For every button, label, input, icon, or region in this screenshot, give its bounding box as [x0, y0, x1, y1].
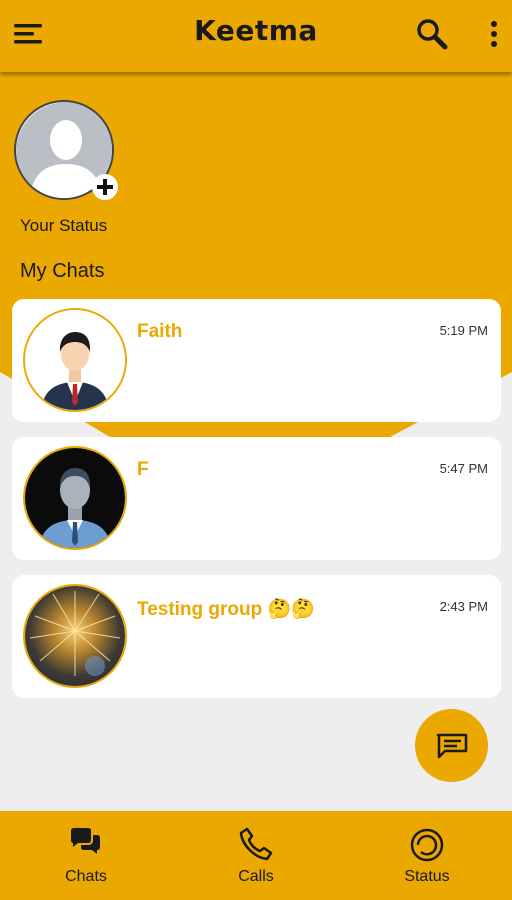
- chat-name: F: [137, 459, 149, 480]
- chat-list-item[interactable]: Faith 5:19 PM: [12, 299, 501, 422]
- chat-time: 2:43 PM: [439, 599, 488, 614]
- chat-list-item[interactable]: F 5:47 PM: [12, 437, 501, 560]
- chat-name: Faith: [137, 321, 183, 342]
- chat-name: Testing group 🤔🤔: [137, 599, 315, 620]
- top-app-bar: Keetma: [0, 0, 512, 72]
- phone-icon: [196, 827, 316, 863]
- new-message-button[interactable]: [415, 709, 488, 782]
- chat-time: 5:19 PM: [439, 323, 488, 338]
- plus-icon[interactable]: [92, 174, 118, 200]
- nav-label: Calls: [238, 868, 274, 885]
- bottom-navigation: Chats Calls Status: [0, 811, 512, 900]
- nav-label: Chats: [65, 868, 107, 885]
- status-ring-icon: [367, 827, 487, 863]
- nav-chats[interactable]: Chats: [26, 811, 146, 900]
- nav-calls[interactable]: Calls: [196, 811, 316, 900]
- section-title: My Chats: [20, 260, 105, 282]
- nav-label: Status: [404, 868, 450, 885]
- chat-list-item[interactable]: Testing group 🤔🤔 2:43 PM: [12, 575, 501, 698]
- chat-time: 5:47 PM: [439, 461, 488, 476]
- chat-bubbles-icon: [26, 827, 146, 863]
- new-message-icon: [436, 733, 467, 758]
- businessman-avatar: [23, 308, 127, 412]
- status-label: Your Status: [20, 216, 108, 235]
- fireworks-group-avatar: [23, 584, 127, 688]
- more-vertical-icon[interactable]: [474, 14, 512, 54]
- nav-status[interactable]: Status: [367, 811, 487, 900]
- search-icon[interactable]: [412, 14, 452, 54]
- man-avatar-dark: [23, 446, 127, 550]
